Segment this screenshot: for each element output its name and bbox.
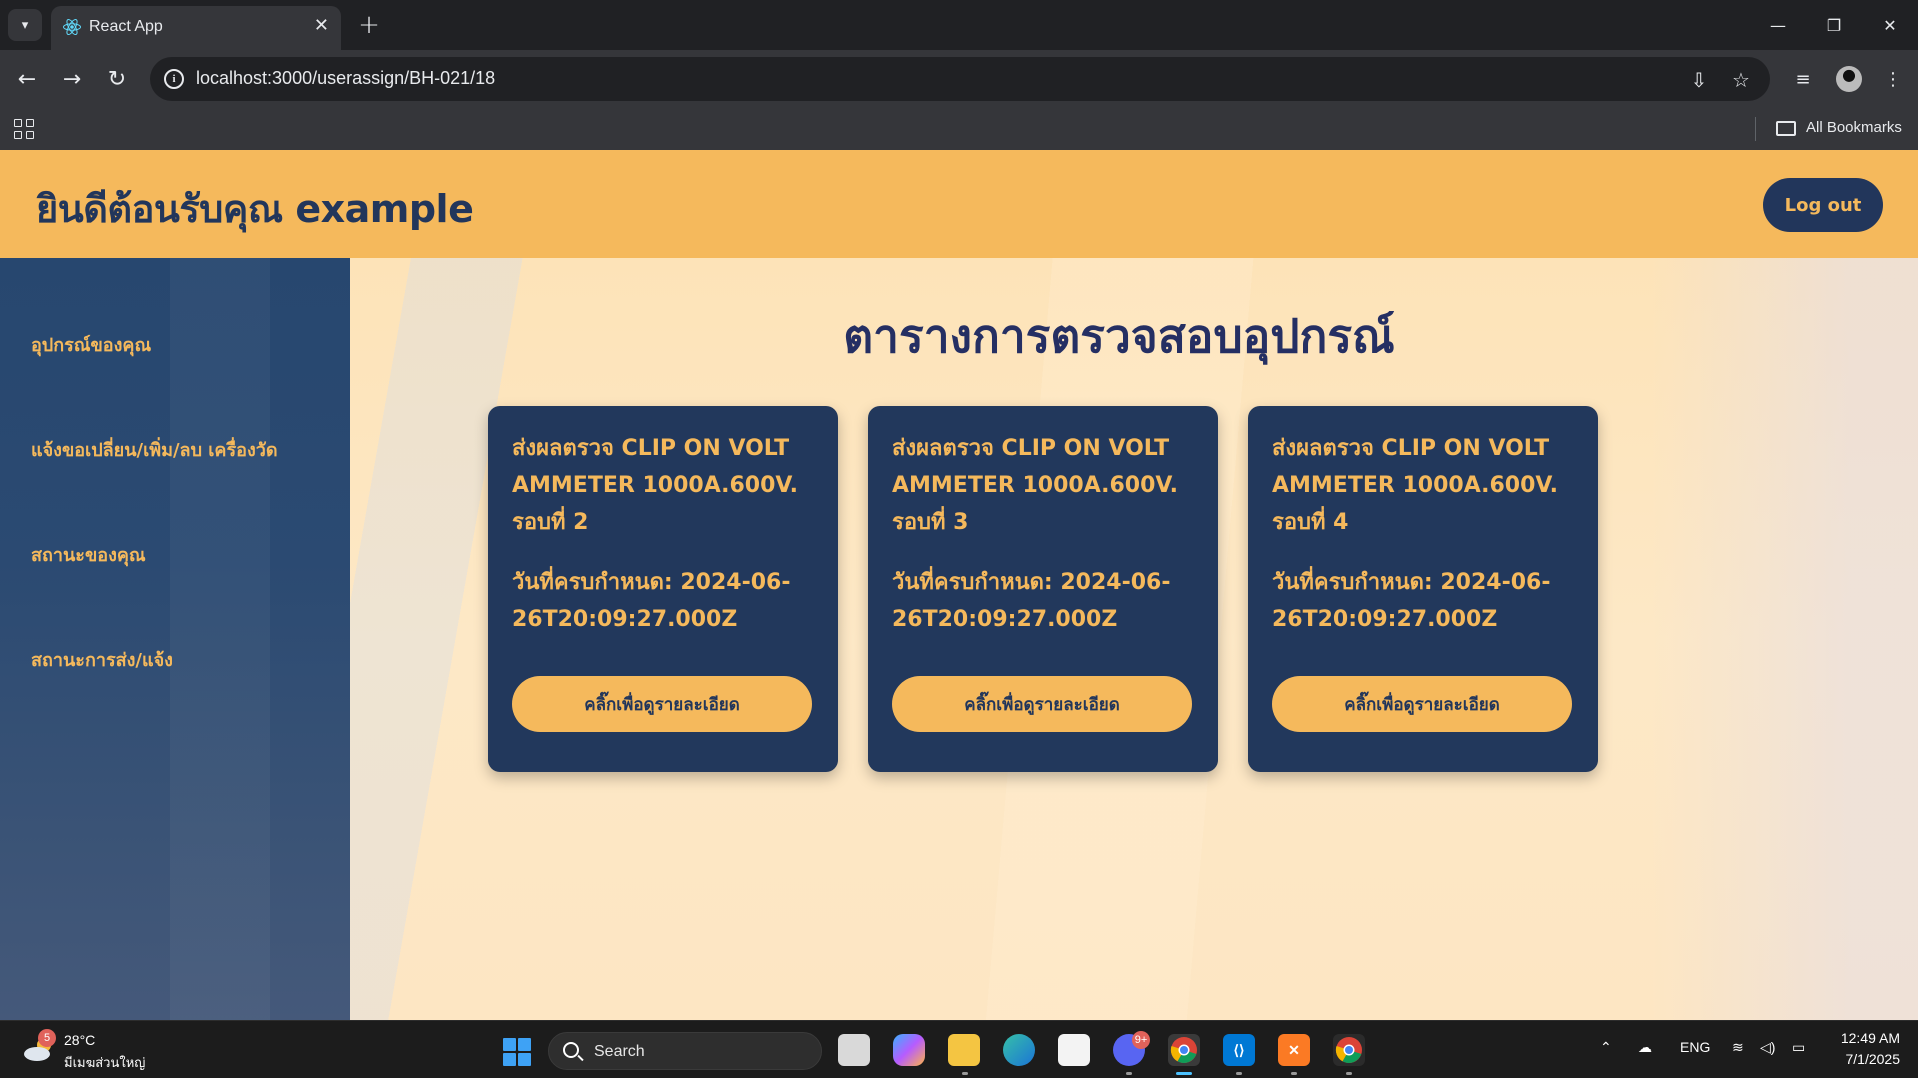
- bookmark-star-icon[interactable]: ☆: [1728, 67, 1754, 93]
- discord-notification-badge: 9+: [1132, 1031, 1150, 1049]
- task-view-icon[interactable]: [838, 1034, 870, 1066]
- site-info-icon[interactable]: i: [164, 69, 184, 89]
- chrome-icon[interactable]: [1168, 1034, 1200, 1066]
- windows-start-icon[interactable]: [503, 1038, 531, 1066]
- app-running-indicator: [1346, 1072, 1352, 1075]
- tab-title: React App: [89, 18, 163, 35]
- app-running-indicator: [1291, 1072, 1297, 1075]
- inspection-card: ส่งผลตรวจ CLIP ON VOLT AMMETER 1000A.600…: [868, 406, 1218, 772]
- browser-toolbar: ← → ↻ i localhost:3000/userassign/BH-021…: [0, 50, 1918, 108]
- bookmarks-bar: All Bookmarks: [0, 108, 1918, 150]
- card-title: ส่งผลตรวจ CLIP ON VOLT AMMETER 1000A.600…: [512, 436, 798, 535]
- tab-search-button[interactable]: ▾: [8, 9, 42, 41]
- weather-description[interactable]: มีเมฆส่วนใหญ่: [64, 1052, 145, 1073]
- weather-temperature[interactable]: 28°C: [64, 1032, 95, 1048]
- sidebar-item-status[interactable]: สถานะของคุณ: [31, 540, 146, 569]
- clock-date[interactable]: 7/1/2025: [1830, 1051, 1901, 1067]
- new-tab-button[interactable]: +: [352, 8, 386, 42]
- restore-button[interactable]: ❐: [1814, 8, 1854, 42]
- more-menu-icon[interactable]: ⋮: [1876, 62, 1910, 96]
- address-bar[interactable]: i localhost:3000/userassign/BH-021/18 ⇩ …: [150, 57, 1770, 101]
- inspection-card: ส่งผลตรวจ CLIP ON VOLT AMMETER 1000A.600…: [1248, 406, 1598, 772]
- sidebar: อุปกรณ์ของคุณ แจ้งขอเปลี่ยน/เพิ่ม/ลบ เคร…: [0, 258, 350, 1020]
- reload-icon: ↻: [107, 66, 127, 92]
- logout-button[interactable]: Log out: [1763, 178, 1883, 232]
- app-running-indicator: [1126, 1072, 1132, 1075]
- network-off-icon[interactable]: ☁: [1638, 1039, 1652, 1056]
- all-bookmarks-link[interactable]: All Bookmarks: [1806, 119, 1902, 136]
- back-button[interactable]: ←: [10, 62, 44, 96]
- app-active-indicator: [1176, 1072, 1192, 1075]
- battery-icon[interactable]: ▭: [1792, 1039, 1805, 1056]
- minimize-button[interactable]: —: [1758, 8, 1798, 42]
- chrome-profile-icon[interactable]: [1333, 1034, 1365, 1066]
- app-running-indicator: [962, 1072, 968, 1075]
- main-content: ตารางการตรวจสอบอุปกรณ์ ส่งผลตรวจ CLIP ON…: [350, 258, 1918, 1020]
- forward-button[interactable]: →: [55, 62, 89, 96]
- chevron-up-icon[interactable]: ⌃: [1600, 1039, 1612, 1056]
- profile-avatar[interactable]: [1836, 66, 1862, 92]
- media-control-icon[interactable]: ≡: [1786, 62, 1820, 96]
- install-app-icon[interactable]: ⇩: [1686, 67, 1712, 93]
- volume-icon[interactable]: ◁): [1760, 1039, 1775, 1056]
- windows-taskbar: 5 28°C มีเมฆส่วนใหญ่ Search 9+ ⟨⟩ ✕ ⌃ ☁: [0, 1020, 1918, 1078]
- bookmarks-divider: [1755, 117, 1756, 141]
- reload-button[interactable]: ↻: [100, 62, 134, 96]
- sidebar-item-devices[interactable]: อุปกรณ์ของคุณ: [31, 330, 151, 359]
- wifi-icon[interactable]: ≋: [1732, 1039, 1744, 1056]
- browser-tab[interactable]: React App ✕: [51, 6, 341, 50]
- view-details-button[interactable]: คลิ๊กเพื่อดูรายละเอียด: [1272, 676, 1572, 732]
- close-window-button[interactable]: ✕: [1870, 8, 1910, 42]
- page-title: ตารางการตรวจสอบอุปกรณ์: [843, 309, 1395, 363]
- react-logo-icon: [63, 18, 81, 36]
- microsoft-store-icon[interactable]: [1058, 1034, 1090, 1066]
- close-tab-icon[interactable]: ✕: [314, 15, 329, 36]
- page-header: ยินดีต้อนรับคุณ example Log out: [0, 150, 1918, 258]
- chevron-down-icon: ▾: [21, 17, 29, 33]
- card-title: ส่งผลตรวจ CLIP ON VOLT AMMETER 1000A.600…: [1272, 436, 1558, 535]
- arrow-right-icon: →: [62, 66, 82, 92]
- url-text: localhost:3000/userassign/BH-021/18: [196, 68, 496, 88]
- inspection-card: ส่งผลตรวจ CLIP ON VOLT AMMETER 1000A.600…: [488, 406, 838, 772]
- clock-time[interactable]: 12:49 AM: [1830, 1030, 1900, 1046]
- web-page: ยินดีต้อนรับคุณ example Log out อุปกรณ์ข…: [0, 150, 1918, 1020]
- sidebar-item-submission-status[interactable]: สถานะการส่ง/แจ้ง: [31, 645, 173, 674]
- edge-browser-icon[interactable]: [1003, 1034, 1035, 1066]
- view-details-button[interactable]: คลิ๊กเพื่อดูรายละเอียด: [512, 676, 812, 732]
- card-due-date: วันที่ครบกำหนด: 2024-06-26T20:09:27.000Z: [1272, 570, 1551, 632]
- xampp-icon[interactable]: ✕: [1278, 1034, 1310, 1066]
- search-label: Search: [594, 1043, 645, 1060]
- file-explorer-icon[interactable]: [948, 1034, 980, 1066]
- weather-alert-badge: 5: [38, 1029, 56, 1047]
- browser-tab-bar: ▾ React App ✕ + — ❐ ✕: [0, 0, 1918, 50]
- folder-icon: [1776, 121, 1796, 136]
- card-title: ส่งผลตรวจ CLIP ON VOLT AMMETER 1000A.600…: [892, 436, 1178, 535]
- sidebar-item-change-request[interactable]: แจ้งขอเปลี่ยน/เพิ่ม/ลบ เครื่องวัด: [31, 435, 278, 464]
- chrome-logo-icon: [1335, 1037, 1362, 1064]
- search-icon: [563, 1042, 579, 1058]
- copilot-icon[interactable]: [893, 1034, 925, 1066]
- apps-grid-icon[interactable]: [14, 119, 34, 139]
- card-due-date: วันที่ครบกำหนด: 2024-06-26T20:09:27.000Z: [892, 570, 1171, 632]
- view-details-button[interactable]: คลิ๊กเพื่อดูรายละเอียด: [892, 676, 1192, 732]
- card-due-date: วันที่ครบกำหนด: 2024-06-26T20:09:27.000Z: [512, 570, 791, 632]
- taskbar-search[interactable]: Search: [548, 1032, 822, 1070]
- app-running-indicator: [1236, 1072, 1242, 1075]
- welcome-title: ยินดีต้อนรับคุณ example: [36, 187, 474, 231]
- arrow-left-icon: ←: [17, 66, 37, 92]
- vscode-icon[interactable]: ⟨⟩: [1223, 1034, 1255, 1066]
- language-indicator[interactable]: ENG: [1680, 1039, 1710, 1055]
- chrome-logo-icon: [1170, 1037, 1197, 1064]
